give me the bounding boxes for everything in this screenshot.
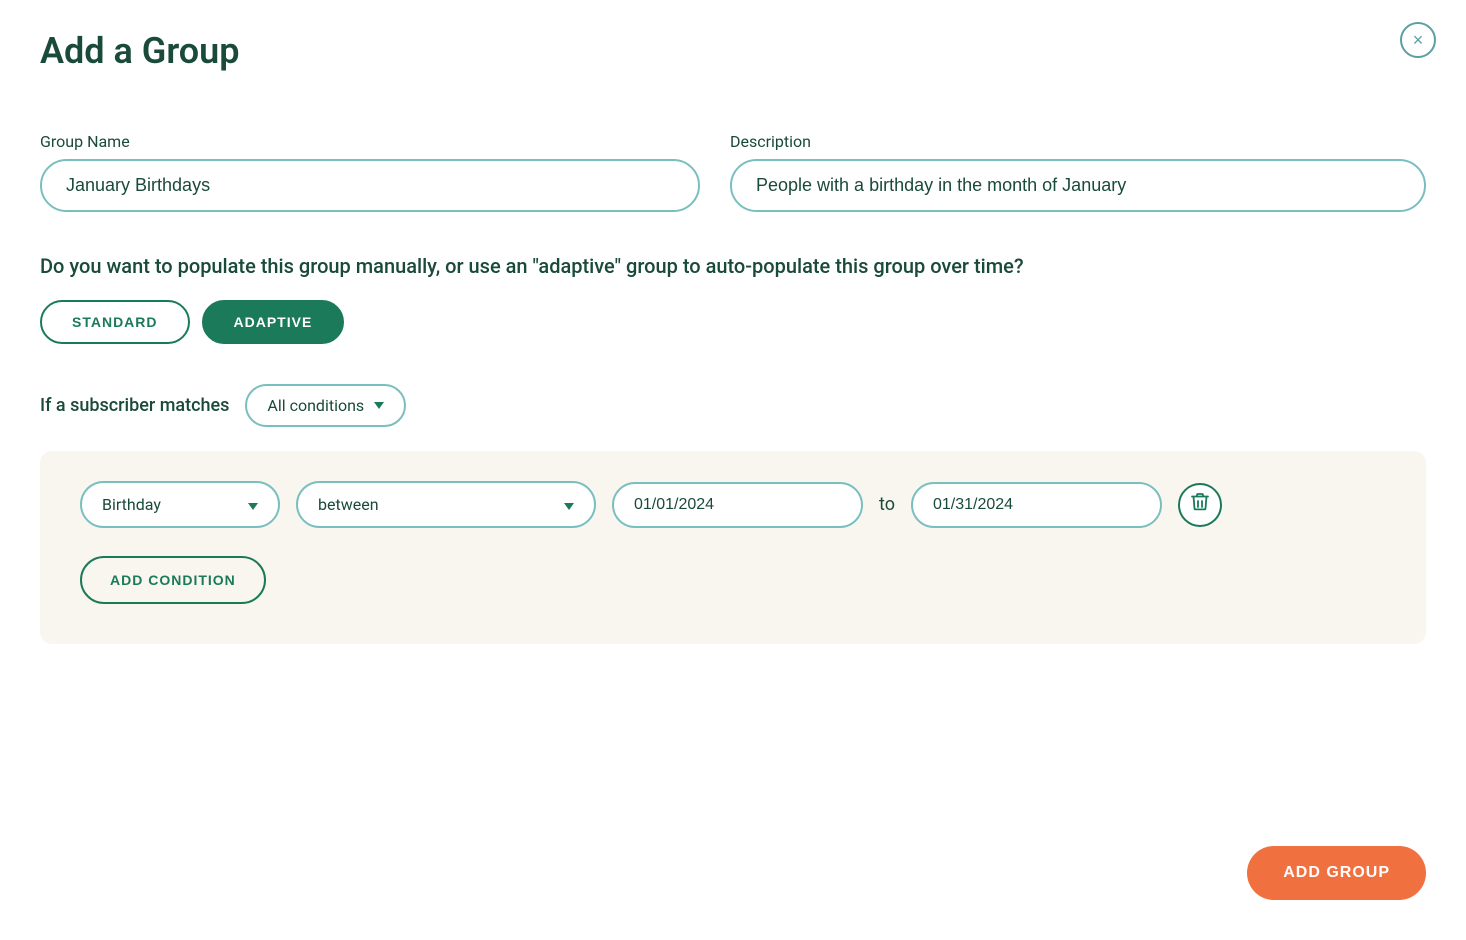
match-type-select[interactable]: All conditions bbox=[245, 384, 406, 427]
operator-value: between bbox=[318, 495, 379, 514]
delete-condition-button[interactable] bbox=[1178, 483, 1222, 527]
field-chevron-icon bbox=[248, 495, 258, 514]
population-question: Do you want to populate this group manua… bbox=[40, 252, 1426, 280]
standard-button[interactable]: STANDARD bbox=[40, 300, 190, 344]
to-label: to bbox=[879, 494, 895, 515]
condition-row: Birthday between to bbox=[80, 481, 1386, 528]
group-name-input[interactable] bbox=[40, 159, 700, 212]
close-button[interactable]: × bbox=[1400, 22, 1436, 58]
add-condition-button[interactable]: ADD CONDITION bbox=[80, 556, 266, 604]
operator-select[interactable]: between bbox=[296, 481, 596, 528]
field-value: Birthday bbox=[102, 495, 161, 514]
trash-icon bbox=[1191, 492, 1209, 517]
field-select[interactable]: Birthday bbox=[80, 481, 280, 528]
date-from-input[interactable] bbox=[612, 482, 863, 528]
date-to-input[interactable] bbox=[911, 482, 1162, 528]
match-type-value: All conditions bbox=[267, 396, 364, 415]
page-title: Add a Group bbox=[40, 30, 1426, 72]
conditions-panel: Birthday between to ADD CON bbox=[40, 451, 1426, 644]
operator-chevron-icon bbox=[564, 495, 574, 514]
adaptive-button[interactable]: ADAPTIVE bbox=[202, 300, 345, 344]
subscriber-match-label: If a subscriber matches bbox=[40, 395, 229, 416]
close-icon: × bbox=[1413, 30, 1424, 51]
description-label: Description bbox=[730, 132, 1426, 151]
group-name-label: Group Name bbox=[40, 132, 700, 151]
description-input[interactable] bbox=[730, 159, 1426, 212]
chevron-down-icon bbox=[374, 402, 384, 409]
add-group-button[interactable]: ADD GROUP bbox=[1247, 846, 1426, 900]
